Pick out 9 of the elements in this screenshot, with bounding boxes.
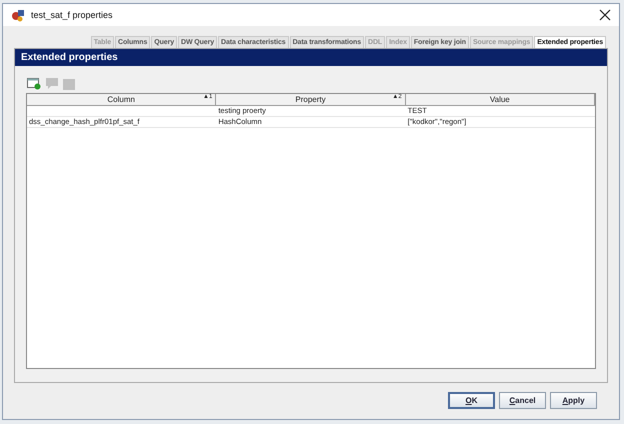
add-row-icon[interactable] <box>27 78 41 90</box>
app-icon <box>11 8 25 22</box>
dialog-button[interactable]: Apply <box>550 392 597 409</box>
dialog-button[interactable]: Cancel <box>499 392 546 409</box>
panel-header: Extended properties <box>15 49 607 66</box>
window-title: test_sat_f properties <box>31 10 114 20</box>
dialog-button[interactable]: OK <box>448 392 495 409</box>
close-icon[interactable] <box>599 9 611 21</box>
column-header[interactable]: Value <box>406 94 595 106</box>
